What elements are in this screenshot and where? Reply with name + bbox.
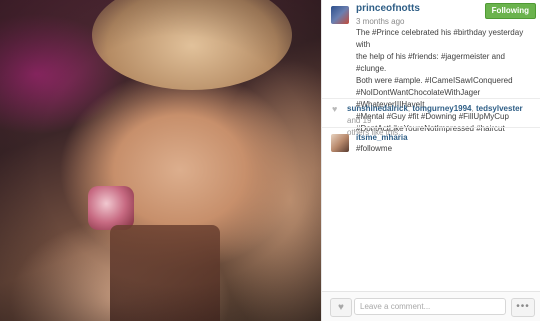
photo-vignette [0, 0, 321, 321]
comment-input[interactable] [354, 298, 506, 315]
comment-footer: ♥ ••• [322, 291, 540, 321]
caption-line: Both were #ample. #ICameISawIConquered [356, 76, 513, 85]
commenter-avatar[interactable] [331, 134, 349, 152]
liker-link[interactable]: sunshinedalrick [347, 104, 408, 113]
caption-line: The #Prince celebrated his #birthday yes… [356, 28, 524, 49]
likes-suffix: and 19 [347, 116, 372, 125]
more-options-button[interactable]: ••• [511, 298, 535, 317]
heart-icon: ♥ [332, 104, 338, 114]
comment-text: #followme [356, 144, 393, 153]
heart-icon: ♥ [338, 302, 344, 313]
divider [322, 98, 540, 99]
caption-line: the help of his #friends: #jagermeister … [356, 52, 505, 73]
post-side-panel: princeofnotts 3 months ago Following The… [321, 0, 540, 321]
like-button[interactable]: ♥ [330, 298, 352, 317]
liker-link[interactable]: tedsylvester [476, 104, 523, 113]
liker-link[interactable]: tomgurney1994 [412, 104, 471, 113]
following-button[interactable]: Following [484, 3, 536, 19]
ellipsis-icon: ••• [516, 301, 530, 312]
author-avatar[interactable] [331, 6, 349, 24]
commenter-username[interactable]: itsme_mharia [356, 133, 408, 142]
author-username[interactable]: princeofnotts [356, 3, 420, 14]
post-timestamp[interactable]: 3 months ago [356, 17, 404, 26]
divider [322, 127, 540, 128]
post-photo[interactable] [0, 0, 321, 321]
post-header: princeofnotts 3 months ago Following [322, 0, 540, 26]
